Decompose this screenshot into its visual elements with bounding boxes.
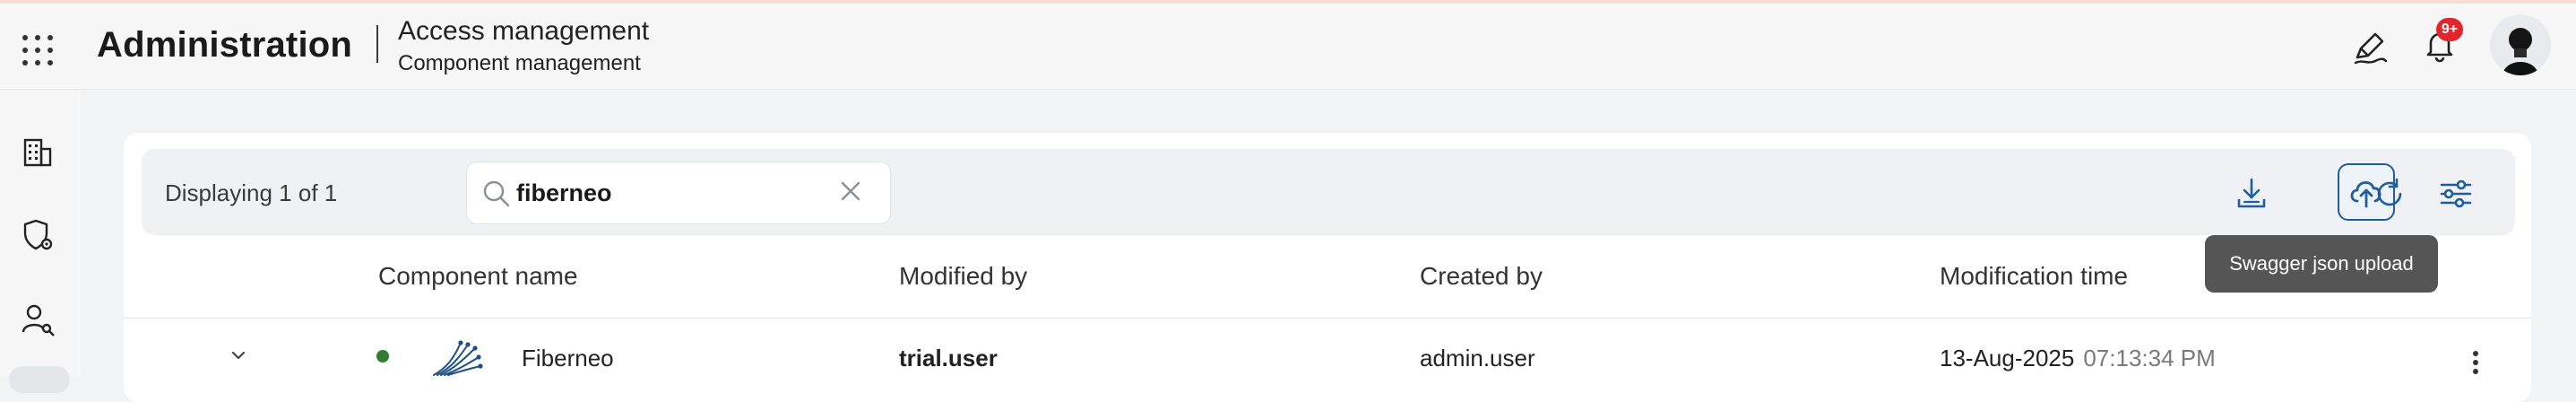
search-input[interactable] bbox=[516, 174, 821, 212]
download-icon[interactable] bbox=[2232, 174, 2271, 214]
close-icon[interactable] bbox=[837, 178, 864, 205]
column-header-modified-by[interactable]: Modified by bbox=[899, 260, 1027, 293]
breadcrumb-main[interactable]: Access management bbox=[398, 14, 649, 48]
modification-clock: 07:13:34 PM bbox=[2083, 345, 2216, 371]
notification-badge: 9+ bbox=[2436, 18, 2463, 41]
fiber-logo-icon bbox=[433, 340, 483, 376]
user-key-icon[interactable] bbox=[18, 300, 57, 339]
column-header-modification-time[interactable]: Modification time bbox=[1940, 260, 2128, 293]
modification-date: 13-Aug-2025 bbox=[1940, 345, 2075, 371]
cell-modified-by: trial.user bbox=[899, 345, 998, 371]
header-divider bbox=[124, 318, 2531, 319]
upload-tooltip: Swagger json upload bbox=[2205, 235, 2438, 293]
refresh-icon[interactable] bbox=[2370, 174, 2409, 214]
shield-gear-icon[interactable] bbox=[18, 215, 57, 255]
sliders-icon[interactable] bbox=[2436, 174, 2476, 214]
title-divider bbox=[376, 25, 378, 63]
app-title: Administration bbox=[97, 25, 353, 65]
cell-component-name[interactable]: Fiberneo bbox=[522, 343, 614, 373]
avatar[interactable] bbox=[2490, 14, 2551, 75]
column-header-component-name[interactable]: Component name bbox=[378, 260, 578, 293]
displaying-count: Displaying 1 of 1 bbox=[165, 179, 338, 206]
app-header bbox=[0, 4, 2576, 90]
apps-grid-icon[interactable] bbox=[18, 31, 57, 70]
user-avatar-icon bbox=[2503, 28, 2538, 75]
building-icon[interactable] bbox=[18, 133, 57, 172]
breadcrumb-sub[interactable]: Component management bbox=[398, 50, 641, 77]
cell-created-by: admin.user bbox=[1420, 345, 1535, 371]
pen-icon[interactable] bbox=[2350, 27, 2390, 66]
kebab-menu-icon[interactable] bbox=[2468, 345, 2483, 377]
search-icon bbox=[483, 180, 510, 207]
status-dot bbox=[376, 350, 389, 363]
column-header-created-by[interactable]: Created by bbox=[1420, 260, 1543, 293]
chevron-down-icon[interactable] bbox=[229, 346, 247, 364]
cell-modification-time: 13-Aug-2025 07:13:34 PM bbox=[1940, 343, 2216, 373]
sidebar-active-item[interactable] bbox=[9, 366, 70, 393]
